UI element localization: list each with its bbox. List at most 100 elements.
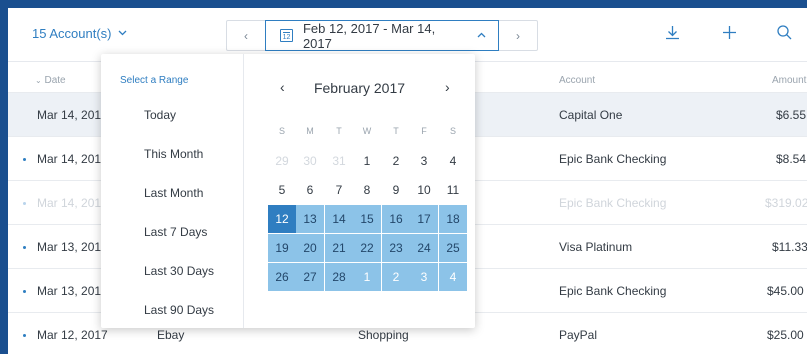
row-account: Capital One: [559, 108, 623, 122]
calendar-day-range-start[interactable]: 12: [268, 205, 296, 233]
weekday-label: T: [336, 126, 342, 136]
weekday-label: S: [449, 126, 456, 136]
row-amount: $11.33: [772, 240, 807, 254]
row-date: Mar 13, 2017: [37, 284, 108, 298]
calendar-day-in-range[interactable]: 13: [296, 205, 324, 233]
search-icon[interactable]: [776, 24, 793, 46]
preset-last-90-days[interactable]: Last 90 Days: [144, 303, 214, 317]
unread-dot: [23, 290, 26, 293]
preset-last-30-days[interactable]: Last 30 Days: [144, 264, 214, 278]
date-range-control: ‹ 12 Feb 12, 2017 - Mar 14, 2017 ›: [226, 20, 538, 51]
calendar-day-in-range[interactable]: 26: [268, 263, 296, 291]
next-range-button[interactable]: ›: [499, 21, 537, 50]
weekday-label: W: [362, 126, 372, 136]
calendar-day[interactable]: 3: [410, 147, 438, 175]
calendar-day[interactable]: 6: [296, 176, 324, 204]
row-account: Epic Bank Checking: [559, 284, 667, 298]
unread-dot: [23, 158, 26, 161]
row-account: Epic Bank Checking: [559, 196, 667, 210]
preset-last-month[interactable]: Last Month: [144, 186, 203, 200]
presets-title: Select a Range: [120, 75, 189, 86]
calendar-header: ‹ February 2017 ›: [244, 79, 475, 97]
calendar-day-in-range[interactable]: 18: [439, 205, 467, 233]
download-icon[interactable]: [664, 24, 681, 46]
date-range-label: Feb 12, 2017 - Mar 14, 2017: [302, 20, 436, 51]
row-amount: $319.02: [765, 196, 807, 210]
calendar-day-in-range[interactable]: 21: [325, 234, 353, 262]
unread-dot: [23, 334, 26, 337]
calendar-day-outside-month[interactable]: 29: [268, 147, 296, 175]
calendar-day[interactable]: 7: [325, 176, 353, 204]
prev-range-button[interactable]: ‹: [227, 21, 265, 50]
date-column-header[interactable]: ⌄ Date: [35, 75, 66, 86]
calendar-day[interactable]: 10: [410, 176, 438, 204]
row-category: Shopping: [358, 328, 409, 342]
row-date: Mar 13, 2017: [37, 240, 108, 254]
calendar-day-in-range[interactable]: 1: [353, 263, 381, 291]
weekday-label: T: [393, 126, 399, 136]
date-range-picker: Select a Range Today This Month Last Mon…: [101, 54, 475, 328]
calendar-day-in-range[interactable]: 22: [353, 234, 381, 262]
calendar-month-label: February 2017: [313, 80, 406, 96]
row-account: Visa Platinum: [559, 240, 633, 254]
calendar-day-in-range[interactable]: 25: [439, 234, 467, 262]
preset-this-month[interactable]: This Month: [144, 147, 203, 161]
plus-icon[interactable]: [721, 24, 738, 46]
calendar-icon: 12: [280, 29, 293, 42]
range-presets: Select a Range Today This Month Last Mon…: [101, 54, 244, 328]
row-account: PayPal: [559, 328, 598, 342]
calendar-day-in-range[interactable]: 24: [410, 234, 438, 262]
app-frame: 15 Account(s) ‹ 12 Feb 12, 2017 - Mar 14…: [8, 8, 807, 354]
row-amount: $25.00: [767, 328, 804, 342]
calendar: ‹ February 2017 › SMTWTFS 29 30 31 1 2 3 4 5 6 7 8…: [244, 54, 475, 328]
chevron-right-icon: ›: [516, 28, 520, 43]
calendar-day[interactable]: 8: [353, 176, 381, 204]
calendar-day-in-range[interactable]: 15: [353, 205, 381, 233]
row-amount: $6.55: [776, 108, 807, 122]
calendar-day-in-range[interactable]: 17: [410, 205, 438, 233]
calendar-day-in-range[interactable]: 23: [382, 234, 410, 262]
accounts-dropdown[interactable]: 15 Account(s): [32, 26, 127, 41]
next-month-button[interactable]: ›: [445, 79, 450, 95]
accounts-label: 15 Account(s): [32, 26, 112, 41]
row-amount: $45.00: [767, 284, 804, 298]
preset-last-7-days[interactable]: Last 7 Days: [144, 225, 207, 239]
row-date: Mar 14, 2017: [37, 196, 108, 210]
calendar-day[interactable]: 2: [382, 147, 410, 175]
unread-dot: [23, 202, 26, 205]
calendar-day[interactable]: 1: [353, 147, 381, 175]
row-account: Epic Bank Checking: [559, 152, 667, 166]
row-date: Mar 14, 2017: [37, 152, 108, 166]
row-amount: $8.54: [776, 152, 807, 166]
account-column-header[interactable]: Account: [559, 75, 595, 86]
calendar-day-in-range[interactable]: 27: [296, 263, 324, 291]
chevron-down-icon: [118, 28, 127, 39]
row-payee: Ebay: [157, 328, 185, 342]
calendar-day-outside-month[interactable]: 30: [296, 147, 324, 175]
calendar-day-in-range[interactable]: 14: [325, 205, 353, 233]
sort-chevron-icon: ⌄: [35, 76, 42, 85]
calendar-day-in-range[interactable]: 28: [325, 263, 353, 291]
row-date: Mar 14, 2017: [37, 108, 108, 122]
calendar-day-in-range[interactable]: 20: [296, 234, 324, 262]
calendar-day[interactable]: 4: [439, 147, 467, 175]
chevron-up-icon: [477, 30, 486, 41]
calendar-day[interactable]: 9: [382, 176, 410, 204]
chevron-left-icon: ‹: [244, 28, 248, 43]
calendar-day-in-range[interactable]: 16: [382, 205, 410, 233]
calendar-day[interactable]: 11: [439, 176, 467, 204]
weekday-label: M: [306, 126, 314, 136]
amount-column-header[interactable]: Amount: [772, 75, 806, 86]
calendar-day-in-range[interactable]: 2: [382, 263, 410, 291]
preset-today[interactable]: Today: [144, 108, 176, 122]
calendar-day[interactable]: 5: [268, 176, 296, 204]
calendar-day-in-range[interactable]: 4: [439, 263, 467, 291]
calendar-day-outside-month[interactable]: 31: [325, 147, 353, 175]
calendar-day-in-range[interactable]: 3: [410, 263, 438, 291]
weekday-label: S: [278, 126, 285, 136]
calendar-day-in-range[interactable]: 19: [268, 234, 296, 262]
unread-dot: [23, 246, 26, 249]
date-range-toggle[interactable]: 12 Feb 12, 2017 - Mar 14, 2017: [265, 20, 499, 51]
weekday-label: F: [421, 126, 427, 136]
row-date: Mar 12, 2017: [37, 328, 108, 342]
